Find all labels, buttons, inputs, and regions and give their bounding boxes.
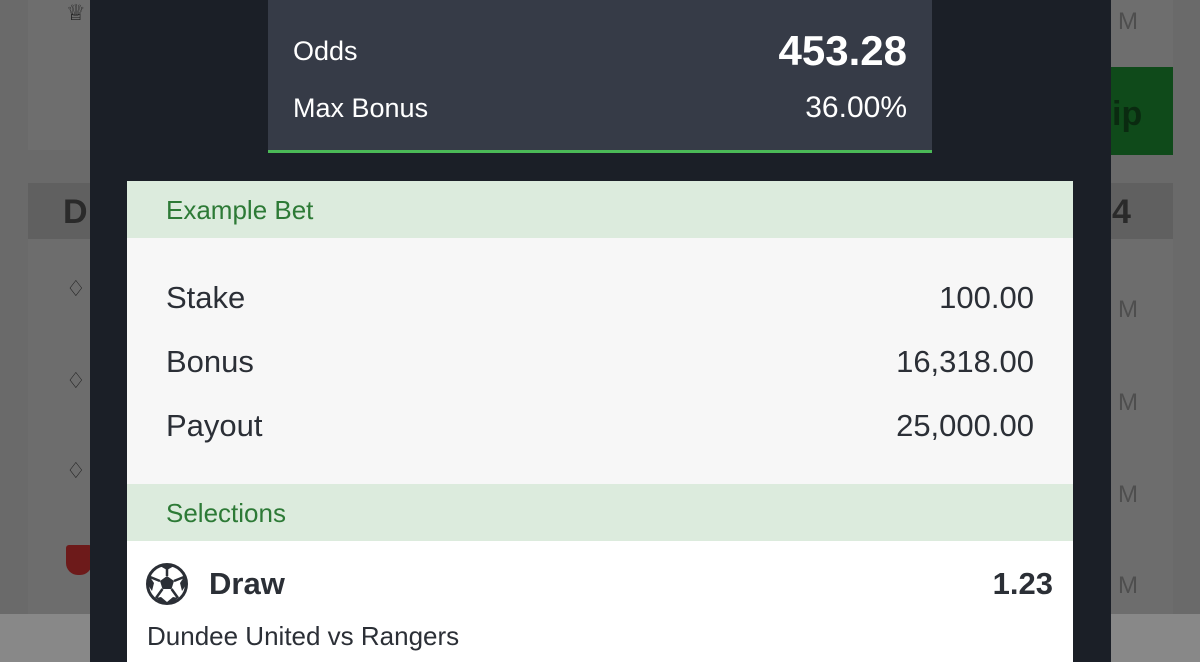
bonus-value: 16,318.00	[896, 344, 1034, 379]
payout-value: 25,000.00	[896, 408, 1034, 443]
selection-item[interactable]: Draw 1.23 Dundee United vs Rangers	[127, 541, 1073, 662]
background-betslip-button: ip	[1110, 67, 1173, 155]
team-crest-icon: ♢	[66, 276, 86, 301]
team-badge-icon	[66, 545, 92, 575]
selection-name: Draw	[209, 566, 285, 601]
payout-label: Payout	[166, 408, 263, 443]
background-section-count: 4	[1112, 193, 1131, 231]
stake-label: Stake	[166, 280, 246, 315]
selection-match: Dundee United vs Rangers	[147, 621, 460, 651]
background-section-title: D	[63, 193, 88, 231]
max-bonus-value: 36.00%	[805, 91, 907, 124]
background-time-text: M	[1118, 481, 1138, 508]
selection-odds: 1.23	[992, 566, 1053, 601]
selections-header: Selections	[127, 484, 1073, 541]
team-crest-icon: ♢	[66, 458, 86, 483]
soccer-ball-icon	[146, 563, 188, 605]
odds-label: Odds	[293, 36, 358, 66]
bonus-label: Bonus	[166, 344, 254, 379]
max-bonus-label: Max Bonus	[293, 93, 429, 123]
background-time-text: M	[1118, 572, 1138, 599]
stake-value: 100.00	[939, 280, 1034, 315]
odds-value: 453.28	[778, 27, 907, 74]
bet-details-panel: Example Bet Stake 100.00 Bonus 16,318.00…	[127, 181, 1073, 662]
odds-summary-card: Odds 453.28 Max Bonus 36.00%	[268, 0, 932, 153]
background-time-text: M	[1118, 8, 1138, 35]
example-bet-header: Example Bet	[127, 181, 1073, 238]
trophy-icon: ♕	[66, 0, 86, 25]
background-time-text: M	[1118, 389, 1138, 416]
team-crest-icon: ♢	[66, 368, 86, 393]
background-time-text: M	[1118, 296, 1138, 323]
